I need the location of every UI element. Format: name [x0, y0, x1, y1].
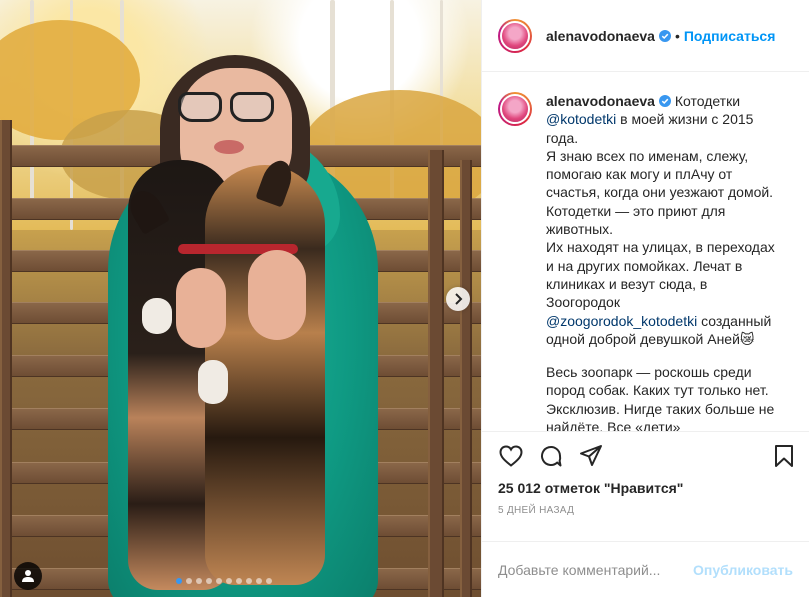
post-actions: 25 012 отметок "Нравится" 5 дней назад: [482, 431, 809, 541]
post-viewer: alenavodonaeva • Подписаться alenavodona…: [0, 0, 809, 597]
caption-paragraph: Весь зоопарк — роскошь среди пород собак…: [546, 364, 775, 431]
photo-hand: [176, 268, 226, 348]
carousel-dot: [186, 578, 192, 584]
likes-count[interactable]: 25 012 отметок "Нравится": [498, 480, 797, 496]
comment-button[interactable]: [538, 443, 564, 469]
caption-paragraph: Я знаю всех по именам, слежу, помогаю ка…: [546, 147, 774, 201]
carousel-dot: [206, 578, 212, 584]
caption-text: alenavodonaeva Котодетки @kotodetki в мо…: [546, 92, 778, 431]
tagged-user-button[interactable]: [14, 562, 42, 590]
publish-button[interactable]: Опубликовать: [693, 562, 793, 578]
chevron-right-icon: [455, 293, 463, 305]
carousel-dot: [216, 578, 222, 584]
carousel-dots: [176, 578, 272, 584]
comment-input[interactable]: [498, 561, 694, 578]
photo-paw: [198, 360, 228, 404]
comment-icon: [541, 445, 562, 467]
caption-paragraph: Котодетки — это приют для животных.: [546, 202, 726, 238]
caption: alenavodonaeva Котодетки @kotodetki в мо…: [498, 92, 793, 431]
paper-plane-icon: [580, 445, 602, 466]
author-avatar[interactable]: [498, 18, 532, 53]
carousel-dot: [196, 578, 202, 584]
photo-lips: [214, 140, 244, 154]
carousel-dot: [266, 578, 272, 584]
verified-badge-icon: [658, 29, 671, 42]
verified-badge-icon: [658, 95, 671, 107]
photo-hand: [248, 250, 306, 340]
mention-zoogorodok[interactable]: @zoogorodok_kotodetki: [546, 313, 697, 329]
caption-avatar[interactable]: [498, 92, 532, 126]
carousel-next-button[interactable]: [446, 287, 470, 311]
carousel-dot: [236, 578, 242, 584]
author-username[interactable]: alenavodonaeva: [546, 28, 655, 44]
like-button[interactable]: [498, 443, 524, 469]
action-icons: [498, 442, 797, 470]
caption-username[interactable]: alenavodonaeva: [546, 93, 655, 109]
carousel-dot-active: [176, 578, 182, 584]
photo-glasses: [178, 92, 276, 122]
bookmark-icon: [775, 445, 793, 467]
post-timestamp[interactable]: 5 дней назад: [498, 505, 797, 516]
photo-paw: [142, 298, 172, 334]
carousel-dot: [226, 578, 232, 584]
share-button[interactable]: [578, 443, 604, 469]
follow-button[interactable]: Подписаться: [684, 28, 776, 44]
caption-line1: Котодетки: [670, 93, 741, 109]
caption-paragraph: Их находят на улицах, в переходах и на д…: [546, 239, 775, 311]
user-icon: [22, 570, 34, 582]
post-photo[interactable]: [0, 0, 481, 597]
carousel-dot: [256, 578, 262, 584]
add-comment-bar: Опубликовать: [482, 541, 809, 597]
header-separator: •: [674, 27, 680, 44]
post-header: alenavodonaeva • Подписаться: [482, 0, 809, 72]
comments-area: alenavodonaeva Котодетки @kotodetki в мо…: [482, 72, 809, 431]
save-button[interactable]: [771, 443, 797, 469]
mention-kotodetki[interactable]: @kotodetki: [546, 111, 616, 127]
carousel-dot: [246, 578, 252, 584]
heart-icon: [499, 445, 523, 467]
post-side-panel: alenavodonaeva • Подписаться alenavodona…: [481, 0, 809, 597]
